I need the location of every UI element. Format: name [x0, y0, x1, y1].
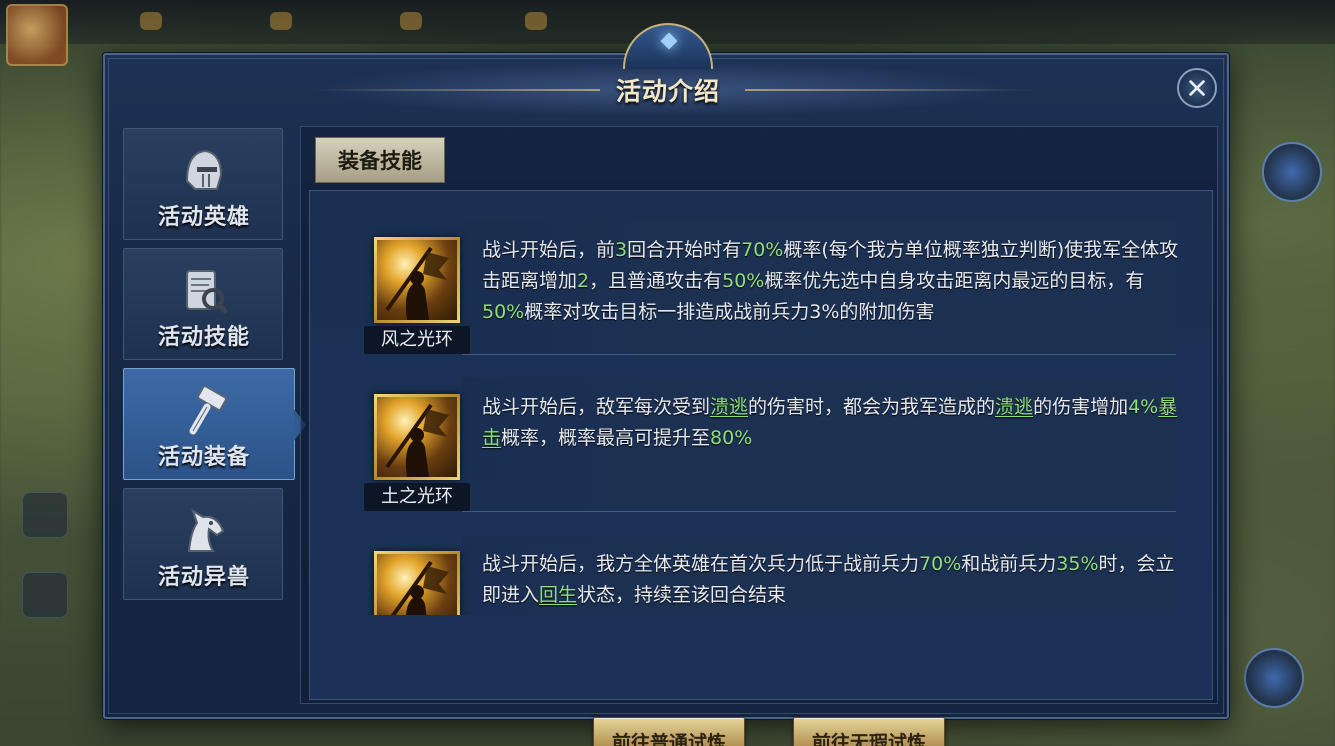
content-panel: 装备技能 风之光环 战斗开始后，前3回合开始时有70%概率(每个我方单位概率独立… [300, 126, 1218, 746]
highlight-value: 50% [722, 270, 765, 292]
highlight-value: 50% [482, 301, 525, 323]
skill-description: 战斗开始后，敌军每次受到溃逃的伤害时，都会为我军造成的溃逃的伤害增加4%暴击概率… [482, 396, 1178, 449]
tab-label: 活动异兽 [157, 565, 250, 590]
helmet-icon [185, 149, 223, 190]
skill-name: 风之光环 [364, 326, 470, 354]
resource-slot [140, 6, 258, 36]
tab-activity-beast[interactable]: 活动异兽 [123, 488, 283, 600]
skill-name: 土之光环 [364, 483, 470, 511]
dialog-title: 活动介绍 [615, 77, 720, 106]
horse-head-icon [187, 508, 225, 552]
title-divider-right [745, 89, 1035, 91]
tab-label: 活动英雄 [157, 205, 250, 230]
tab-activity-equipment[interactable]: 活动装备 [123, 368, 306, 480]
skill-entry: 风之光环 战斗开始后，前3回合开始时有70%概率(每个我方单位概率独立判断)使我… [356, 221, 1178, 355]
mail-icon[interactable] [22, 572, 68, 618]
skill-icon-frame[interactable] [374, 237, 460, 323]
highlight-value: 4% [1128, 396, 1159, 418]
resource-slot [400, 6, 518, 36]
keyword-link[interactable]: 溃逃 [710, 396, 748, 418]
go-flawless-trial-button[interactable]: 前往无瑕试炼 [793, 717, 945, 746]
warrior-banner-icon [385, 403, 449, 477]
tab-label: 活动装备 [157, 445, 250, 470]
tab-activity-hero[interactable]: 活动英雄 [123, 128, 283, 240]
skill-list[interactable]: 风之光环 战斗开始后，前3回合开始时有70%概率(每个我方单位概率独立判断)使我… [310, 191, 1212, 615]
map-pin-icon[interactable] [22, 492, 68, 538]
close-button[interactable] [1177, 68, 1217, 108]
resource-slot [270, 6, 388, 36]
activity-intro-dialog: 活动介绍 活动英雄 活动技能 活动装备 活动异兽 装备技能 风之光环 战斗开始后… [103, 23, 1229, 746]
skill-list-box: 风之光环 战斗开始后，前3回合开始时有70%概率(每个我方单位概率独立判断)使我… [309, 190, 1213, 700]
section-tab-equipment-skills[interactable]: 装备技能 [315, 137, 445, 183]
tab-activity-skill[interactable]: 活动技能 [123, 248, 283, 360]
hammer-icon [189, 385, 228, 435]
player-avatar[interactable] [6, 4, 68, 66]
skill-entry: 战斗开始后，我方全体英雄在首次兵力低于战前兵力70%和战前兵力35%时，会立即进… [356, 535, 1176, 615]
highlight-value: 70% [919, 553, 962, 575]
skill-icon-frame[interactable] [374, 551, 460, 615]
keyword-link[interactable]: 回生 [539, 584, 577, 606]
go-normal-trial-button[interactable]: 前往普通试炼 [593, 717, 745, 746]
keyword-link[interactable]: 溃逃 [995, 396, 1033, 418]
resource-slot [525, 6, 643, 36]
scroll-magnifier-icon [186, 270, 228, 314]
warrior-banner-icon [390, 560, 449, 615]
highlight-value: 80% [710, 427, 753, 449]
skill-entry: 土之光环 战斗开始后，敌军每次受到溃逃的伤害时，都会为我军造成的溃逃的伤害增加4… [356, 378, 1177, 512]
highlight-value: 70% [741, 239, 784, 261]
highlight-value: 35% [1056, 553, 1099, 575]
skill-description: 战斗开始后，我方全体英雄在首次兵力低于战前兵力70%和战前兵力35%时，会立即进… [482, 553, 1175, 606]
warrior-banner-icon [385, 246, 449, 320]
skill-icon-frame[interactable] [374, 394, 460, 480]
compass-orb-icon[interactable] [1244, 648, 1304, 708]
skill-description: 战斗开始后，前3回合开始时有70%概率(每个我方单位概率独立判断)使我军全体攻击… [482, 239, 1179, 323]
highlight-value: 2 [577, 270, 590, 292]
close-icon [1189, 80, 1205, 96]
highlight-value: 3 [615, 239, 628, 261]
tab-label: 活动技能 [157, 325, 250, 350]
world-orb-icon[interactable] [1262, 142, 1322, 202]
title-divider-left [310, 89, 600, 91]
